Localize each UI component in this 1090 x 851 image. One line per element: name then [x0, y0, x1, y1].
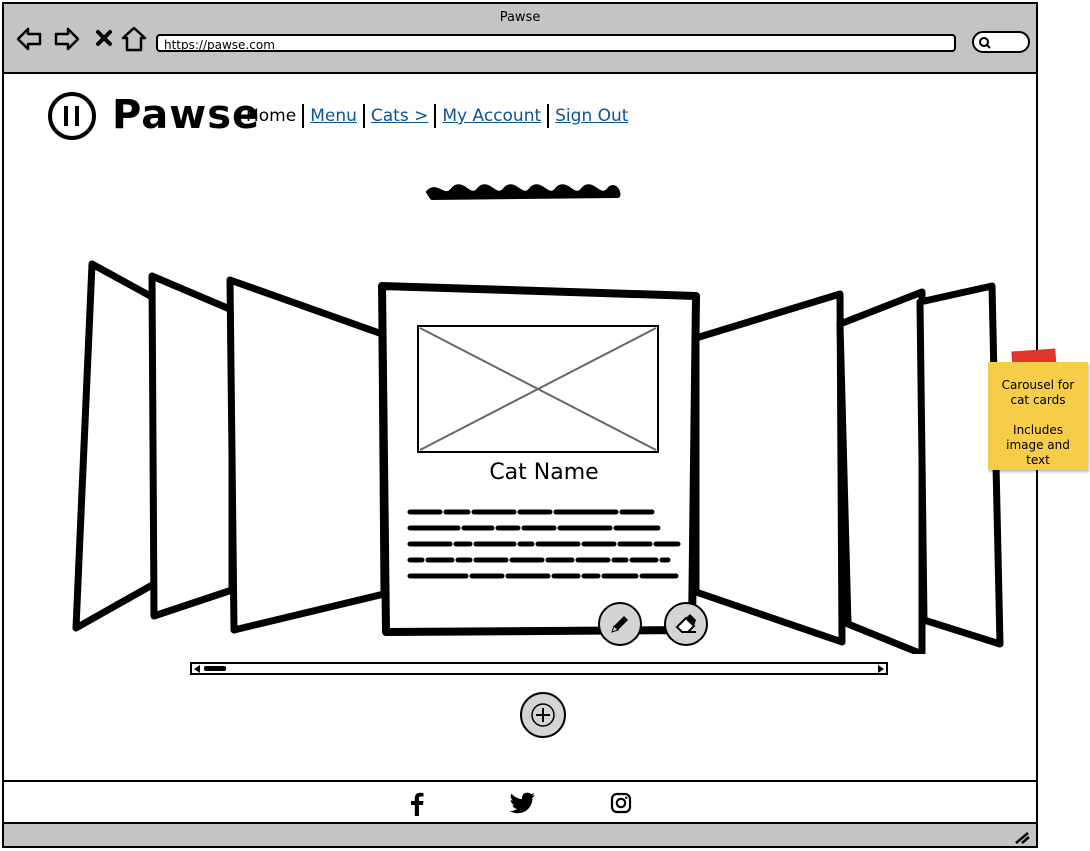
- image-placeholder-icon: [417, 325, 659, 453]
- nav-my-account[interactable]: My Account: [436, 106, 547, 126]
- carousel-scrollbar[interactable]: [190, 662, 888, 675]
- twitter-icon[interactable]: [510, 792, 536, 814]
- plus-icon: [531, 703, 555, 727]
- card-title: Cat Name: [489, 460, 599, 485]
- home-icon[interactable]: [119, 24, 149, 54]
- carousel-card-right-2: [836, 288, 926, 654]
- cat-carousel: [72, 260, 1004, 654]
- note-line: text: [1026, 453, 1050, 467]
- note-line: Carousel for: [1001, 378, 1075, 392]
- browser-window: Pawse https://pawse.com Pawse Home Menu …: [2, 2, 1038, 848]
- nav-menu[interactable]: Menu: [304, 106, 363, 126]
- scroll-right-icon[interactable]: [877, 665, 885, 673]
- eraser-icon: [675, 614, 696, 633]
- pencil-icon: [611, 616, 628, 633]
- forward-button[interactable]: [52, 24, 82, 54]
- delete-button[interactable]: [664, 602, 708, 646]
- url-bar[interactable]: https://pawse.com: [156, 34, 956, 52]
- carousel-card-right-1: [692, 290, 846, 646]
- note-line: Includes: [1013, 423, 1063, 437]
- window-title: Pawse: [499, 10, 541, 25]
- brand-name[interactable]: Pawse: [112, 92, 260, 138]
- edit-button[interactable]: [598, 602, 642, 646]
- note-line: cat cards: [1010, 393, 1066, 407]
- sticky-note: Carousel for cat cards Includes image an…: [988, 362, 1088, 470]
- scroll-left-icon[interactable]: [193, 665, 201, 673]
- nav-sign-out[interactable]: Sign Out: [549, 106, 634, 126]
- facebook-icon[interactable]: [406, 792, 428, 816]
- note-line: [988, 408, 1088, 423]
- pause-icon[interactable]: [46, 90, 98, 142]
- add-cat-button[interactable]: [520, 692, 566, 738]
- search-field[interactable]: [972, 31, 1030, 53]
- carousel-card-left-3: [72, 260, 158, 632]
- close-icon[interactable]: [90, 24, 120, 54]
- page-title-scribble: [426, 184, 621, 200]
- note-line: image and: [1006, 438, 1070, 452]
- footer: [4, 780, 1036, 824]
- carousel-card-left-1: [226, 276, 388, 634]
- resize-grip-icon[interactable]: [1014, 830, 1030, 844]
- nav-cats[interactable]: Cats >: [365, 106, 434, 126]
- carousel-card-left-2: [148, 272, 236, 620]
- nav-home[interactable]: Home: [240, 106, 302, 126]
- status-bar: [4, 824, 1036, 846]
- main-nav: Home Menu Cats > My Account Sign Out: [240, 104, 634, 128]
- scrollbar-thumb[interactable]: [204, 666, 226, 671]
- browser-toolbar: Pawse https://pawse.com: [4, 4, 1036, 74]
- search-icon: [979, 37, 991, 49]
- back-button[interactable]: [14, 24, 44, 54]
- instagram-icon[interactable]: [610, 792, 632, 814]
